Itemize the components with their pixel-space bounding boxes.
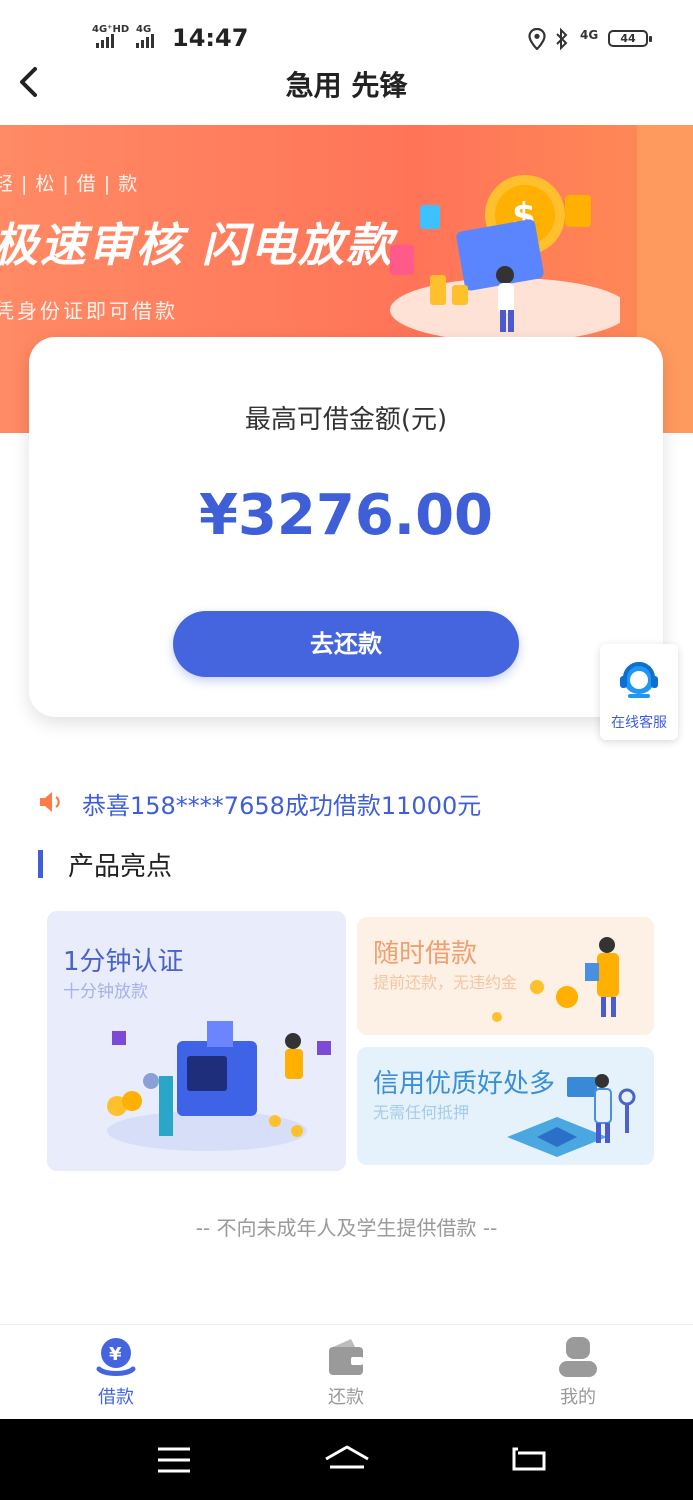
bottom-tab-bar: ¥ 借款 还款 我的 <box>0 1324 693 1420</box>
section-title-text: 产品亮点 <box>68 852 173 882</box>
max-amount-label: 最高可借金额(元) <box>244 405 448 435</box>
banner-tag: 轻|松|借|款 <box>0 173 146 195</box>
repay-button[interactable]: 去还款 <box>173 611 519 677</box>
disclaimer-text: -- 不向未成年人及学生提供借款 -- <box>195 1216 498 1240</box>
user-icon <box>559 1337 597 1377</box>
max-amount-value: ¥3276.00 <box>198 483 494 548</box>
back-nav-icon[interactable] <box>508 1445 548 1475</box>
anytime-illustration-icon <box>492 937 619 1022</box>
section-marker <box>38 850 43 878</box>
location-icon <box>528 28 546 50</box>
feature-title: 1分钟认证 <box>63 947 184 977</box>
feature-card-anytime[interactable]: 随时借款 提前还款，无违约金 <box>357 917 654 1035</box>
online-service-label: 在线客服 <box>611 715 667 731</box>
bluetooth-icon <box>556 27 568 51</box>
network-label: 4G <box>580 28 599 42</box>
wallet-icon <box>329 1339 363 1375</box>
banner-illustration-icon: $ <box>390 175 620 342</box>
loan-icon: ¥ <box>96 1338 136 1376</box>
tab-repay[interactable]: 还款 <box>276 1325 416 1420</box>
tab-label: 还款 <box>328 1387 364 1408</box>
system-nav-bar <box>0 1419 693 1500</box>
feature-subtitle: 十分钟放款 <box>63 982 148 1002</box>
banner-title: 极速审核 闪电放款 <box>0 218 395 272</box>
banner-subtitle: 凭身份证即可借款 <box>0 299 178 323</box>
signal-icon <box>96 34 114 48</box>
signal-icon-2 <box>136 34 154 48</box>
loan-notice: 恭喜158****7658成功借款11000元 <box>38 786 638 822</box>
tab-loan[interactable]: ¥ 借款 <box>46 1325 186 1420</box>
feature-subtitle: 无需任何抵押 <box>373 1103 470 1122</box>
battery-level: 44 <box>620 32 636 45</box>
verify-illustration-icon <box>107 1021 331 1151</box>
clock: 14:47 <box>172 24 249 52</box>
tab-label: 我的 <box>560 1387 596 1408</box>
battery-icon: 44 <box>608 30 652 47</box>
svg-text:¥: ¥ <box>109 1344 122 1365</box>
feature-card-credit[interactable]: 信用优质好处多 无需任何抵押 <box>357 1047 654 1165</box>
menu-icon[interactable] <box>156 1445 192 1475</box>
notice-text: 恭喜158****7658成功借款11000元 <box>82 792 482 820</box>
headset-icon <box>620 662 658 698</box>
tab-mine[interactable]: 我的 <box>508 1325 648 1420</box>
feature-card-verify[interactable]: 1分钟认证 十分钟放款 <box>47 911 346 1171</box>
feature-title: 随时借款 <box>373 939 478 969</box>
speaker-icon <box>40 792 60 812</box>
nav-header: 急用 先锋 <box>0 58 693 124</box>
page-title: 急用 先锋 <box>285 69 408 102</box>
online-service-button[interactable]: 在线客服 <box>600 644 678 740</box>
home-icon[interactable] <box>322 1443 372 1475</box>
tab-label: 借款 <box>98 1387 134 1408</box>
credit-illustration-icon <box>507 1074 636 1157</box>
credit-card-panel: 最高可借金额(元) ¥3276.00 去还款 <box>29 337 663 717</box>
